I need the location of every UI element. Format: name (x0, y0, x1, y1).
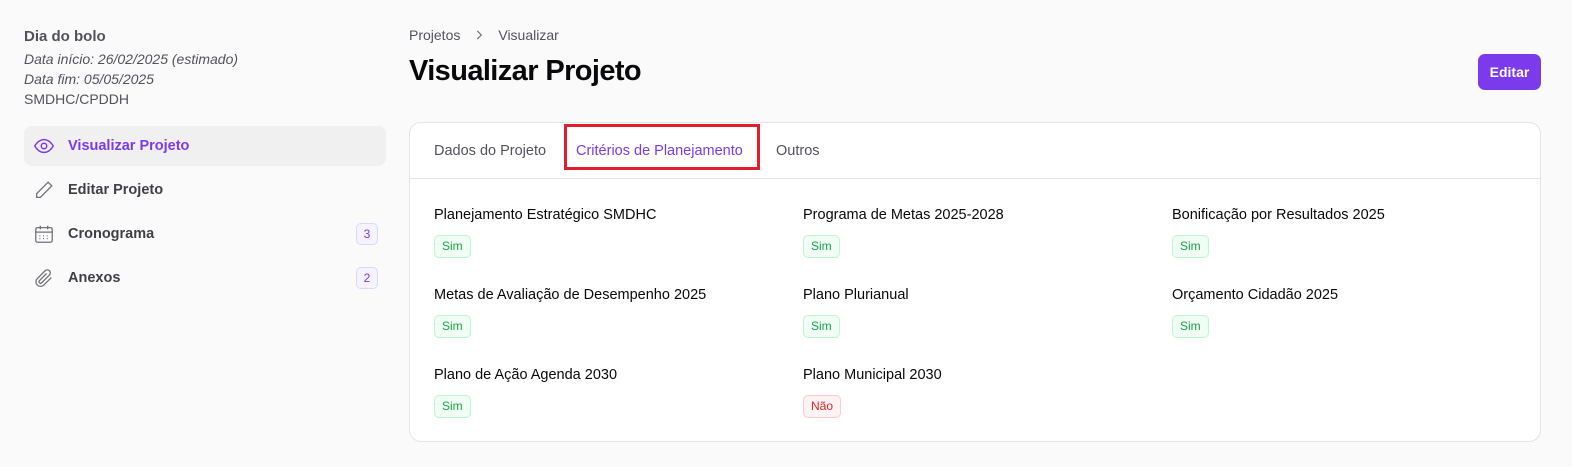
criterion-label: Plano de Ação Agenda 2030 (434, 367, 618, 383)
criterion-value-badge: Sim (803, 235, 840, 258)
count-badge: 2 (356, 267, 378, 289)
sidebar-item-visualizar-projeto[interactable]: Visualizar Projeto (24, 126, 386, 166)
criterion-item: Bonificação por Resultados 2025 Sim (1172, 207, 1385, 258)
sidebar-nav: Visualizar Projeto Editar Projeto Cronog… (24, 126, 386, 302)
eye-icon (32, 134, 56, 158)
sidebar: Dia do bolo Data início: 26/02/2025 (est… (24, 28, 386, 289)
criterion-label: Plano Municipal 2030 (803, 367, 942, 383)
criterion-item: Plano de Ação Agenda 2030 Sim (434, 367, 617, 418)
criterion-item: Programa de Metas 2025-2028 Sim (803, 207, 1004, 258)
paperclip-icon (32, 266, 56, 290)
tab-criterios-de-planejamento[interactable]: Critérios de Planejamento (576, 123, 743, 179)
sidebar-item-label: Cronograma (68, 226, 155, 242)
criterion-item: Metas de Avaliação de Desempenho 2025 Si… (434, 287, 706, 338)
criterion-value-badge: Sim (434, 315, 471, 338)
criterion-label: Orçamento Cidadão 2025 (1172, 287, 1339, 303)
breadcrumb: Projetos Visualizar (409, 27, 559, 43)
project-card: Dados do Projeto Critérios de Planejamen… (409, 122, 1541, 442)
sidebar-item-label: Visualizar Projeto (68, 138, 190, 154)
count-badge: 3 (356, 223, 378, 245)
tab-dados-do-projeto[interactable]: Dados do Projeto (434, 123, 546, 179)
calendar-icon (32, 222, 56, 246)
page-title: Visualizar Projeto (409, 55, 642, 87)
edit-button[interactable]: Editar (1478, 54, 1541, 90)
criterion-value-badge: Sim (1172, 235, 1209, 258)
sidebar-item-editar-projeto[interactable]: Editar Projeto (24, 170, 386, 210)
criterion-label: Metas de Avaliação de Desempenho 2025 (434, 287, 707, 303)
sidebar-item-cronograma[interactable]: Cronograma 3 (24, 214, 386, 254)
project-title: Dia do bolo (24, 28, 106, 45)
criterion-item: Planejamento Estratégico SMDHC Sim (434, 207, 656, 258)
breadcrumb-link-projetos[interactable]: Projetos (409, 27, 460, 43)
project-org: SMDHC/CPDDH (24, 91, 129, 107)
tab-outros[interactable]: Outros (776, 123, 820, 179)
criterion-value-badge: Sim (1172, 315, 1209, 338)
project-start-date: Data início: 26/02/2025 (estimado) (24, 51, 239, 67)
chevron-right-icon (472, 28, 486, 42)
sidebar-item-label: Anexos (68, 270, 121, 286)
project-end-date: Data fim: 05/05/2025 (24, 71, 154, 87)
criterion-item: Plano Municipal 2030 Não (803, 367, 942, 418)
sidebar-item-label: Editar Projeto (68, 182, 164, 198)
criterion-value-badge: Sim (434, 395, 471, 418)
criterion-value-badge: Não (803, 395, 842, 418)
criterion-item: Orçamento Cidadão 2025 Sim (1172, 287, 1338, 338)
pencil-icon (32, 178, 56, 202)
sidebar-item-anexos[interactable]: Anexos 2 (24, 258, 386, 298)
criterion-label: Bonificação por Resultados 2025 (1172, 207, 1385, 223)
breadcrumb-current: Visualizar (498, 27, 559, 43)
criterion-label: Plano Plurianual (803, 287, 909, 303)
criterion-label: Programa de Metas 2025-2028 (803, 207, 1004, 223)
criterion-value-badge: Sim (434, 235, 471, 258)
criterion-value-badge: Sim (803, 315, 840, 338)
tab-bar: Dados do Projeto Critérios de Planejamen… (410, 123, 1540, 179)
criterion-item: Plano Plurianual Sim (803, 287, 909, 338)
criterion-label: Planejamento Estratégico SMDHC (434, 207, 657, 223)
